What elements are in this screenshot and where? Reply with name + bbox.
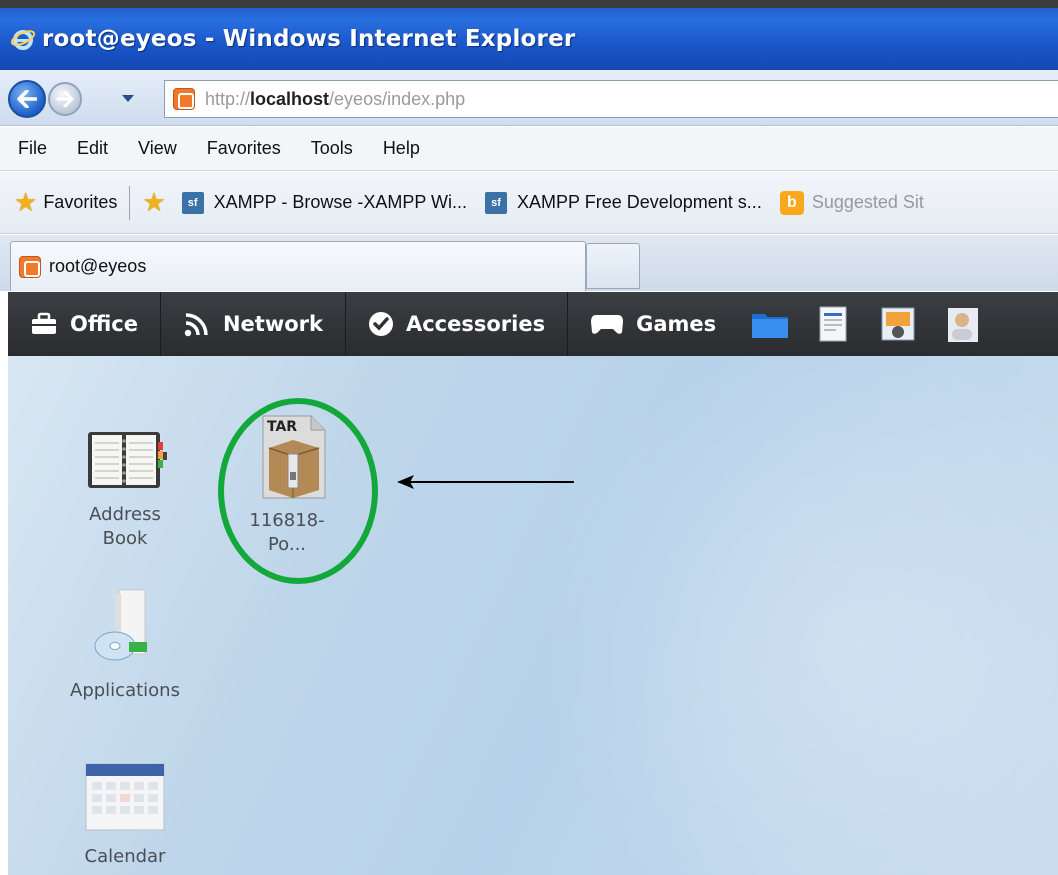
highlight-circle	[218, 398, 378, 584]
favorite-link-xampp-free[interactable]: XAMPP Free Development s...	[517, 192, 762, 213]
dock-network-label: Network	[222, 312, 323, 336]
desktop-icon-applications[interactable]: Applications	[60, 584, 190, 703]
forward-button[interactable]	[48, 82, 82, 116]
applications-icon	[94, 589, 147, 661]
dock-network[interactable]: Network	[161, 292, 346, 356]
address-book-icon	[88, 432, 167, 488]
bing-icon: b	[779, 190, 804, 215]
calendar-icon	[85, 763, 165, 831]
dock-accessories-label: Accessories	[405, 312, 546, 336]
menu-view[interactable]: View	[138, 138, 177, 159]
desktop-icon-address-book[interactable]: Address Book	[60, 428, 190, 552]
gamepad-icon	[591, 315, 624, 334]
tab-strip: root@eyeos	[0, 235, 1058, 291]
sf-icon: sf	[181, 191, 204, 214]
tab-label: root@eyeos	[49, 256, 147, 276]
menu-bar: File Edit View Favorites Tools Help	[0, 127, 1058, 171]
menu-help[interactable]: Help	[383, 138, 420, 159]
back-arrow-icon	[17, 90, 37, 108]
address-input[interactable]: http://localhost/eyeos/index.php	[164, 80, 1058, 118]
briefcase-icon	[32, 312, 56, 334]
check-circle-icon	[368, 312, 393, 336]
window-title: root@eyeos - Windows Internet Explorer	[42, 26, 576, 52]
favorites-separator	[129, 185, 131, 220]
desktop-icon-label: Address Book	[89, 504, 161, 550]
folder-icon[interactable]	[750, 304, 790, 344]
favorites-bar: ★ Favorites ★ sf XAMPP - Browse -XAMPP W…	[0, 172, 1058, 234]
favorites-star-icon: ★	[14, 187, 38, 217]
address-toolbar: http://localhost/eyeos/index.php	[0, 70, 1058, 126]
dock-games[interactable]: Games	[568, 292, 738, 356]
sf-icon: sf	[485, 191, 508, 214]
site-favicon-icon	[173, 88, 195, 110]
desktop-icon-label: Applications	[70, 680, 180, 701]
url-text: http://localhost/eyeos/index.php	[205, 88, 466, 109]
window-titlebar[interactable]: root@eyeos - Windows Internet Explorer	[0, 8, 1058, 70]
dock-accessories[interactable]: Accessories	[346, 292, 569, 356]
eyeos-dock: Office Network Accessories Games	[8, 292, 1058, 356]
favorite-link-xampp-browse[interactable]: XAMPP - Browse -XAMPP Wi...	[214, 192, 467, 213]
eyeos-desktop: Address Book TAR 116818- Po... Applicati…	[8, 356, 1058, 875]
menu-tools[interactable]: Tools	[311, 138, 353, 159]
internet-explorer-icon	[10, 30, 36, 50]
contacts-icon[interactable]	[942, 304, 982, 344]
pointer-arrow	[397, 475, 574, 489]
dock-office-label: Office	[70, 312, 138, 336]
dock-office[interactable]: Office	[8, 292, 161, 356]
menu-favorites[interactable]: Favorites	[207, 138, 281, 159]
history-dropdown-icon[interactable]	[122, 95, 134, 102]
tab-favicon-icon	[19, 255, 41, 278]
window-top-edge	[0, 0, 1058, 8]
dock-games-label: Games	[636, 312, 717, 336]
tab-root-eyeos[interactable]: root@eyeos	[10, 241, 586, 291]
desktop-icon-calendar[interactable]: Calendar	[60, 758, 190, 869]
suggested-sites-link[interactable]: Suggested Sit	[812, 192, 924, 213]
menu-file[interactable]: File	[18, 138, 47, 159]
new-tab-button[interactable]	[586, 243, 640, 289]
desktop-icon-label: Calendar	[84, 846, 166, 867]
menu-edit[interactable]: Edit	[77, 138, 108, 159]
favorites-button[interactable]: Favorites	[43, 192, 117, 213]
image-viewer-icon[interactable]	[878, 304, 918, 344]
forward-arrow-icon	[56, 91, 74, 107]
add-favorite-icon[interactable]: ★	[142, 187, 165, 218]
back-button[interactable]	[8, 80, 46, 118]
document-icon[interactable]	[814, 304, 854, 344]
rss-icon	[184, 313, 208, 337]
